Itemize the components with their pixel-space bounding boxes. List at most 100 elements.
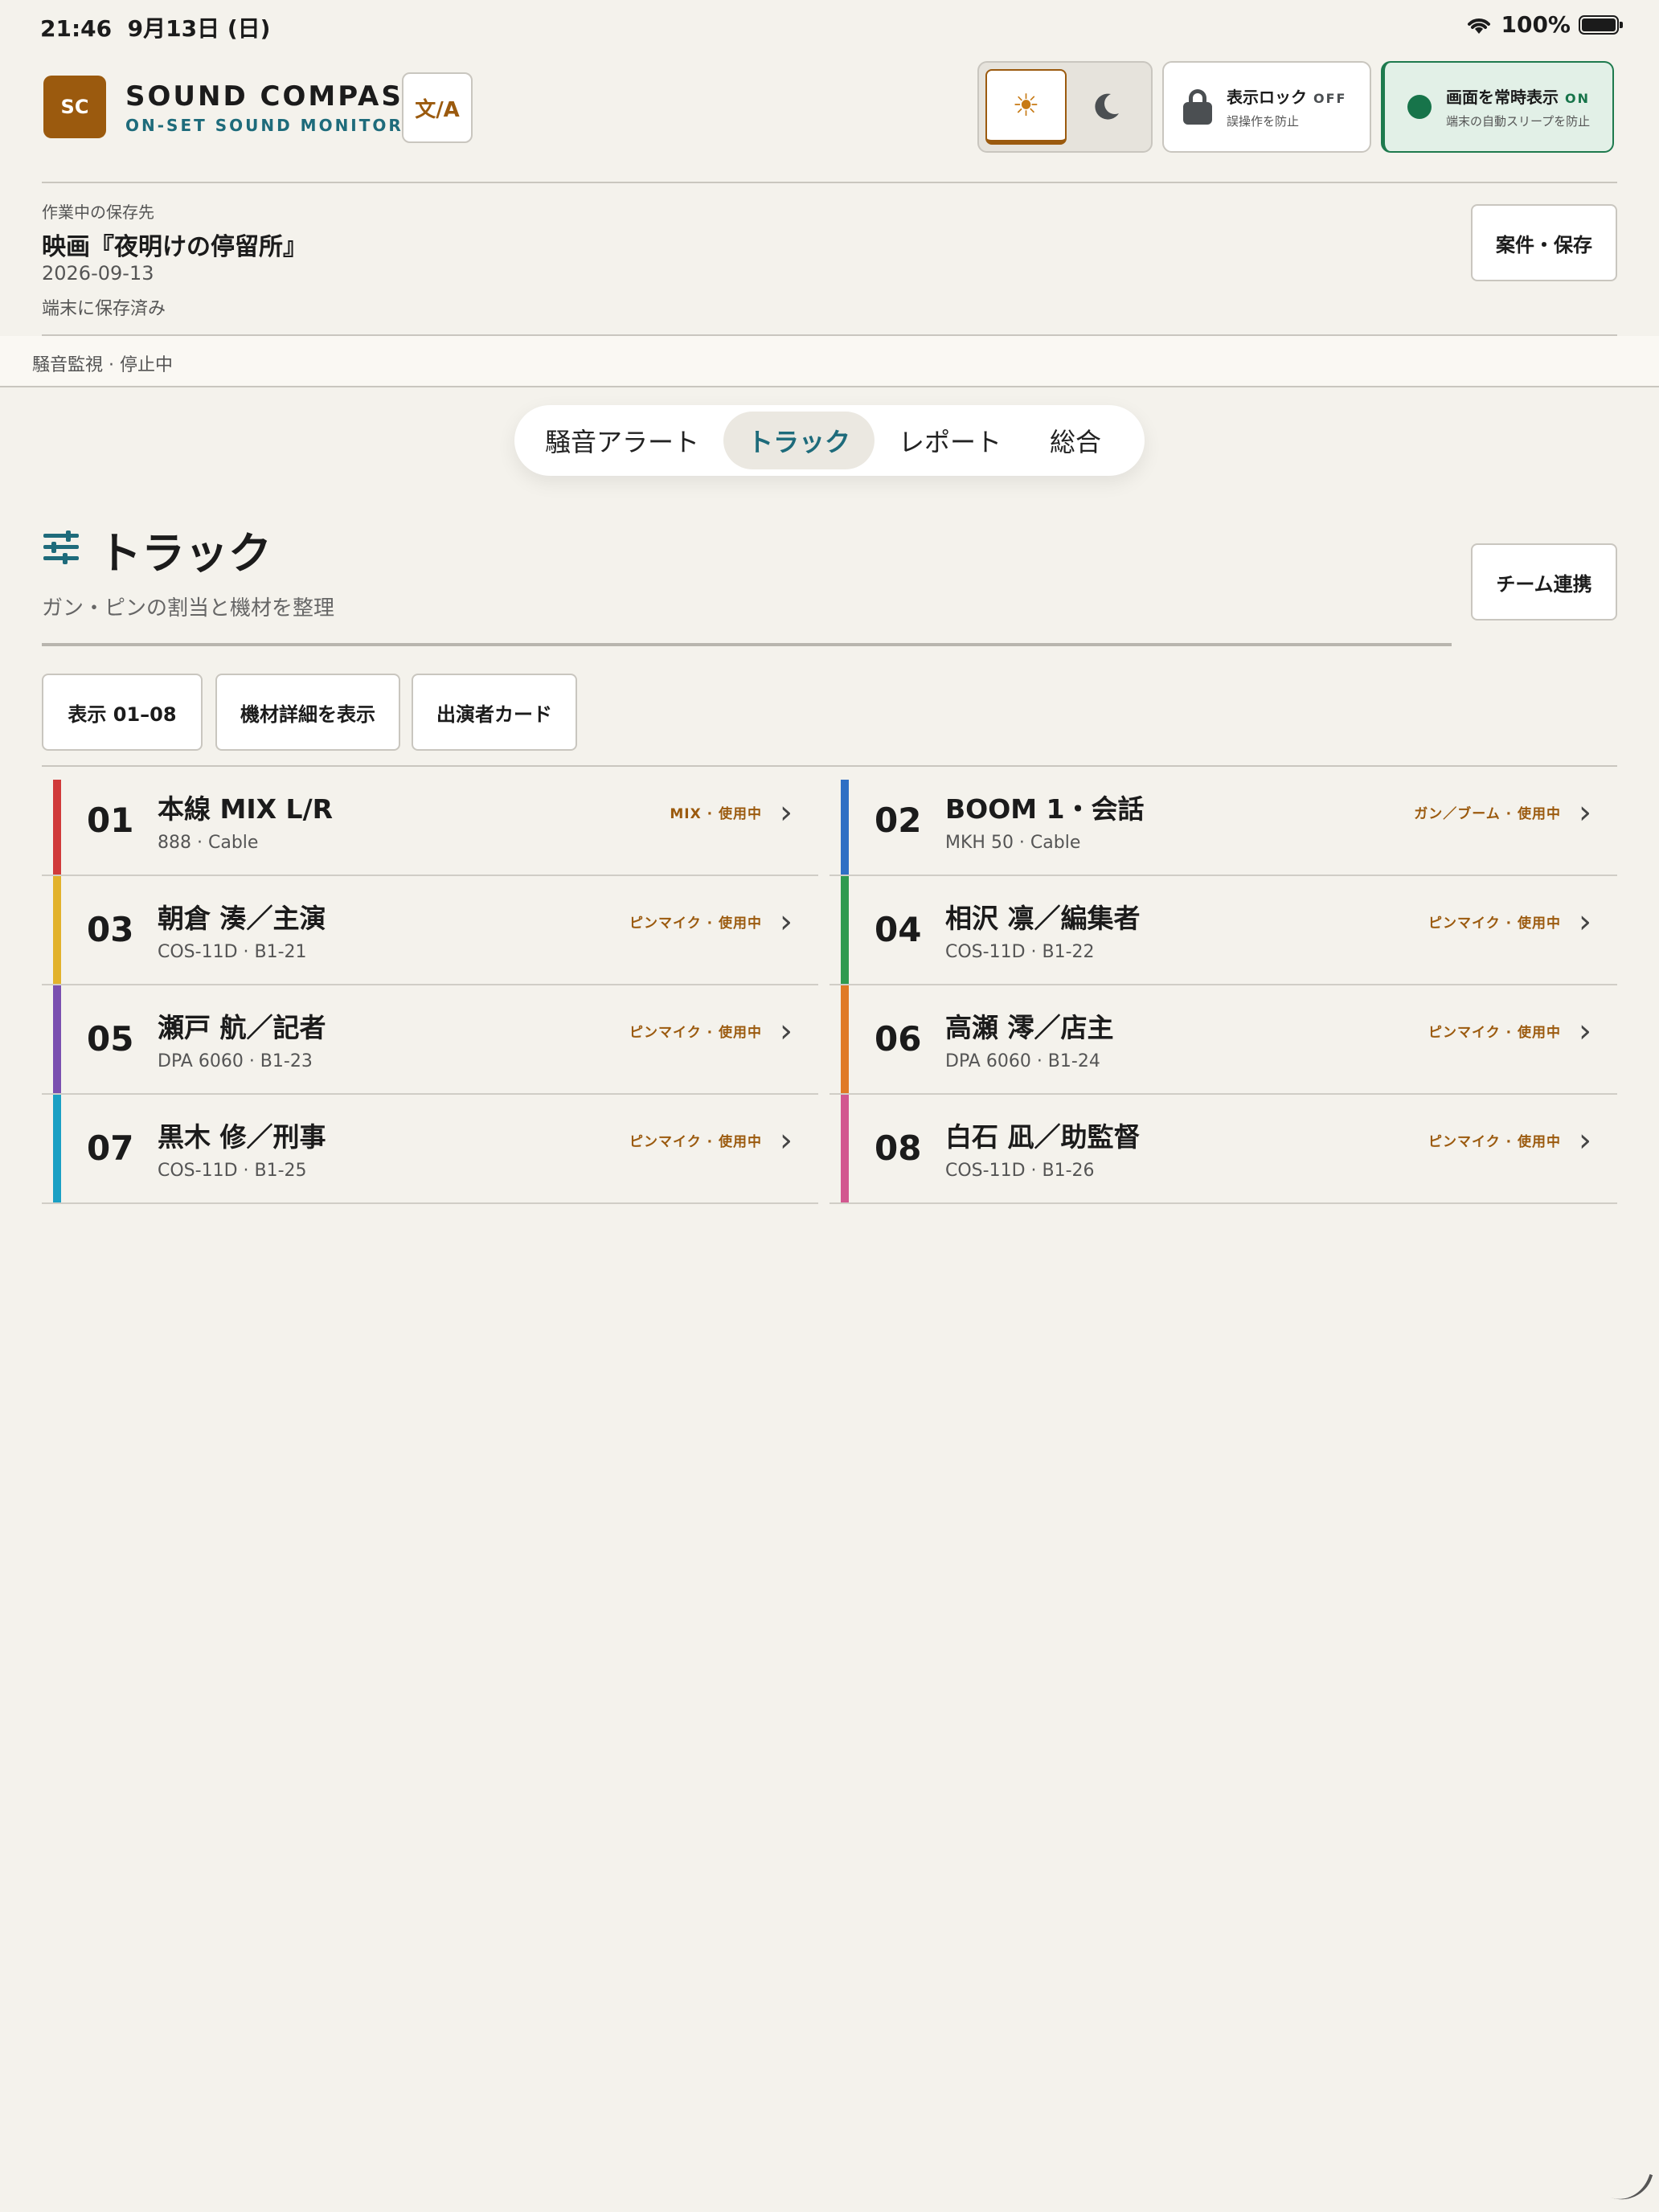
track-color-stripe xyxy=(841,876,849,984)
track-equipment: COS-11D · B1-25 xyxy=(158,1161,307,1181)
track-row[interactable]: 02 BOOM 1・会話 MKH 50 · Cable ガン／ブーム · 使用中… xyxy=(830,767,1617,876)
track-number: 06 xyxy=(875,1019,922,1059)
lock-icon xyxy=(1183,89,1212,125)
track-equipment: 888 · Cable xyxy=(158,833,259,853)
app-name: SOUND COMPASS xyxy=(125,80,424,113)
chevron-right-icon: › xyxy=(1579,903,1591,940)
always-on-title: 画面を常時表示 xyxy=(1446,88,1559,107)
track-name: 朝倉 湊／主演 xyxy=(158,903,326,934)
track-status-badge: MIX · 使用中 xyxy=(670,806,762,822)
track-row[interactable]: 08 白石 凪／助監督 COS-11D · B1-26 ピンマイク · 使用中 … xyxy=(830,1095,1617,1204)
status-indicators: 100% xyxy=(1465,11,1623,38)
chevron-right-icon: › xyxy=(1579,794,1591,831)
project-label: 作業中の保存先 xyxy=(42,203,154,222)
display-lock-desc: 誤操作を防止 xyxy=(1227,114,1300,129)
chevron-right-icon: › xyxy=(780,903,793,940)
chevron-right-icon: › xyxy=(1579,1013,1591,1050)
chevron-right-icon: › xyxy=(780,1013,793,1050)
display-lock-state: OFF xyxy=(1313,91,1347,106)
always-on-desc: 端末の自動スリープを防止 xyxy=(1446,114,1591,129)
battery-percent: 100% xyxy=(1501,11,1571,38)
track-color-stripe xyxy=(53,1095,61,1202)
track-number: 04 xyxy=(875,910,922,949)
track-name: 相沢 凛／編集者 xyxy=(945,903,1141,934)
track-status-badge: ピンマイク · 使用中 xyxy=(1428,1134,1561,1150)
track-number: 01 xyxy=(87,801,134,840)
track-equipment: DPA 6060 · B1-23 xyxy=(158,1051,313,1071)
tab-noise-alert[interactable]: 騒音アラート xyxy=(521,412,723,469)
track-status-badge: ピンマイク · 使用中 xyxy=(629,916,762,932)
always-on-state: ON xyxy=(1565,91,1590,106)
performer-cards-button[interactable]: 出演者カード xyxy=(412,674,577,751)
team-sync-button[interactable]: チーム連携 xyxy=(1471,543,1617,621)
track-color-stripe xyxy=(53,876,61,984)
track-number: 02 xyxy=(875,801,922,840)
app-tagline: ON-SET SOUND MONITOR xyxy=(125,116,403,135)
tab-report[interactable]: レポート xyxy=(875,412,1026,469)
tab-overview[interactable]: 総合 xyxy=(1026,412,1125,469)
light-theme-button[interactable]: ☀ xyxy=(985,69,1067,145)
track-name: 高瀬 澪／店主 xyxy=(945,1012,1114,1043)
track-row[interactable]: 05 瀬戸 航／記者 DPA 6060 · B1-23 ピンマイク · 使用中 … xyxy=(42,985,818,1095)
track-status-badge: ガン／ブーム · 使用中 xyxy=(1414,806,1561,822)
display-lock-toggle[interactable]: 表示ロック OFF 誤操作を防止 xyxy=(1162,61,1371,153)
equipment-details-button[interactable]: 機材詳細を表示 xyxy=(215,674,400,751)
project-date: 2026-09-13 xyxy=(42,262,154,285)
status-time: 21:46 9月13日 (日) xyxy=(40,15,271,42)
track-equipment: COS-11D · B1-22 xyxy=(945,942,1095,962)
track-name: BOOM 1・会話 xyxy=(945,793,1145,825)
track-number: 08 xyxy=(875,1129,922,1168)
project-title: 映画『夜明けの停留所』 xyxy=(42,233,307,261)
track-name: 瀬戸 航／記者 xyxy=(158,1012,326,1043)
wifi-icon xyxy=(1468,18,1491,34)
status-dot-icon xyxy=(1407,95,1432,119)
track-status-badge: ピンマイク · 使用中 xyxy=(1428,1025,1561,1041)
track-row[interactable]: 04 相沢 凛／編集者 COS-11D · B1-22 ピンマイク · 使用中 … xyxy=(830,876,1617,985)
app-logo: SC xyxy=(43,76,106,138)
track-color-stripe xyxy=(841,780,849,875)
sun-icon: ☀ xyxy=(1012,88,1040,123)
section-title: トラック xyxy=(98,528,272,579)
always-on-toggle[interactable]: 画面を常時表示 ON 端末の自動スリープを防止 xyxy=(1381,61,1614,153)
chevron-right-icon: › xyxy=(1579,1122,1591,1159)
tab-tracks[interactable]: トラック xyxy=(723,412,875,469)
section-divider xyxy=(42,643,1452,646)
track-color-stripe xyxy=(841,1095,849,1202)
divider xyxy=(42,182,1617,183)
monitor-status-bar xyxy=(0,336,1659,387)
project-save-button[interactable]: 案件・保存 xyxy=(1471,204,1617,281)
language-button[interactable]: 文/A xyxy=(402,72,473,143)
track-color-stripe xyxy=(53,780,61,875)
track-color-stripe xyxy=(841,985,849,1093)
track-name: 本線 MIX L/R xyxy=(158,793,334,825)
track-status-badge: ピンマイク · 使用中 xyxy=(629,1025,762,1041)
chevron-right-icon: › xyxy=(780,1122,793,1159)
track-status-badge: ピンマイク · 使用中 xyxy=(629,1134,762,1150)
theme-toggle[interactable]: ☀ xyxy=(977,61,1153,153)
track-name: 白石 凪／助監督 xyxy=(945,1121,1141,1153)
track-equipment: COS-11D · B1-26 xyxy=(945,1161,1095,1181)
track-row[interactable]: 06 高瀬 澪／店主 DPA 6060 · B1-24 ピンマイク · 使用中 … xyxy=(830,985,1617,1095)
track-number: 07 xyxy=(87,1129,134,1168)
track-row[interactable]: 03 朝倉 湊／主演 COS-11D · B1-21 ピンマイク · 使用中 › xyxy=(42,876,818,985)
track-name: 黒木 修／刑事 xyxy=(158,1121,326,1153)
track-equipment: DPA 6060 · B1-24 xyxy=(945,1051,1100,1071)
track-row[interactable]: 07 黒木 修／刑事 COS-11D · B1-25 ピンマイク · 使用中 › xyxy=(42,1095,818,1204)
track-row[interactable]: 01 本線 MIX L/R 888 · Cable MIX · 使用中 › xyxy=(42,767,818,876)
sliders-icon xyxy=(43,529,79,564)
main-tabs: 騒音アラート トラック レポート 総合 xyxy=(514,405,1145,476)
track-equipment: MKH 50 · Cable xyxy=(945,833,1081,853)
chevron-right-icon: › xyxy=(780,794,793,831)
track-status-badge: ピンマイク · 使用中 xyxy=(1428,916,1561,932)
project-save-status: 端末に保存済み xyxy=(42,299,166,319)
range-button[interactable]: 表示 01–08 xyxy=(42,674,203,751)
track-equipment: COS-11D · B1-21 xyxy=(158,942,307,962)
resize-handle-icon xyxy=(1610,2164,1653,2209)
display-lock-title: 表示ロック xyxy=(1227,88,1307,107)
dark-theme-button[interactable] xyxy=(1067,69,1145,145)
track-number: 05 xyxy=(87,1019,134,1059)
section-subtitle: ガン・ピンの割当と機材を整理 xyxy=(42,596,335,621)
monitor-status: 騒音監視 · 停止中 xyxy=(32,355,173,375)
track-color-stripe xyxy=(53,985,61,1093)
battery-icon xyxy=(1579,14,1623,35)
